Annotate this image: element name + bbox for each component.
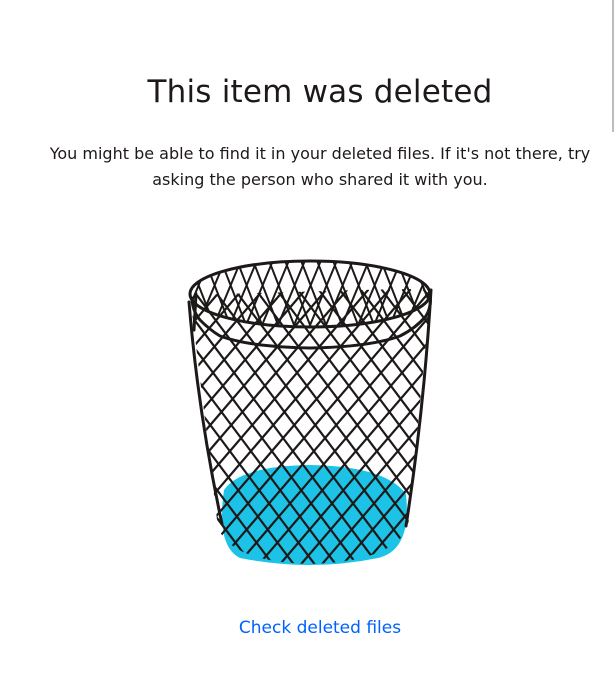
page-title: This item was deleted [147,74,493,110]
check-deleted-files-link[interactable]: Check deleted files [0,616,614,640]
page-description: You might be able to find it in your del… [49,144,591,189]
trash-basket-icon [180,250,440,575]
